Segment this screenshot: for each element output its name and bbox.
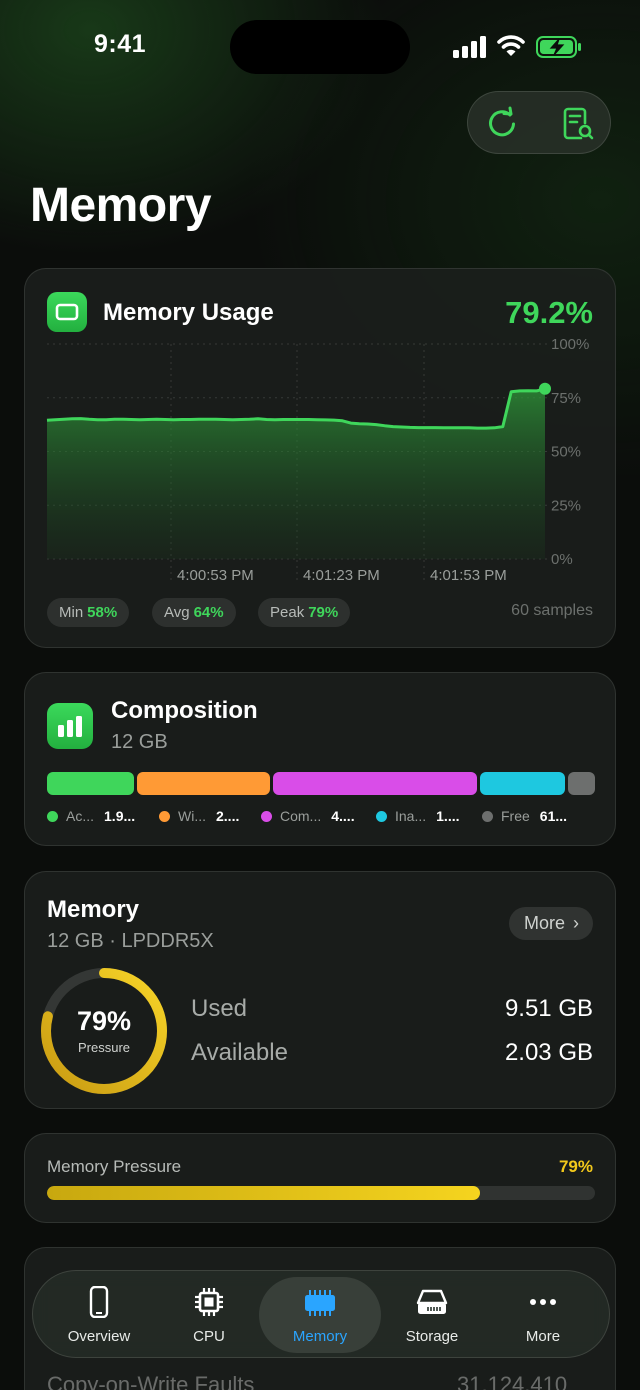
pressure-label: Memory Pressure — [47, 1157, 182, 1176]
legend-value: 61... — [539, 808, 568, 824]
legend-dot — [376, 810, 387, 822]
refresh-icon[interactable] — [484, 106, 520, 142]
legend-name: Ac... — [66, 808, 95, 824]
y-tick-label: 100% — [551, 336, 589, 353]
pressure-value: 79% — [558, 1157, 593, 1176]
legend-value: 2.... — [216, 808, 240, 824]
legend-item: Ina... 1.... — [376, 808, 460, 824]
legend-name: Wi... — [178, 808, 206, 824]
legend-item: Com... 4.... — [261, 808, 355, 824]
cellular-signal-icon — [453, 36, 486, 58]
memory-card: Memory 12 GB · LPDDR5X More › 79% Pressu… — [24, 871, 616, 1109]
peak-chip: Peak 79% — [258, 598, 351, 627]
avg-value: 64% — [193, 604, 224, 621]
cpu-icon — [195, 1288, 223, 1316]
y-tick-label: 25% — [551, 497, 581, 514]
chevron-right-icon: › — [573, 913, 579, 933]
legend-dot — [159, 810, 170, 822]
peak-value: 79% — [308, 604, 339, 621]
tab-storage[interactable]: Storage — [376, 1271, 488, 1359]
legend-value: 1.... — [436, 808, 460, 824]
available-value: 2.03 GB — [504, 1039, 593, 1066]
tab-bar: Overview CPU Memory Storage More — [32, 1270, 610, 1358]
legend-item: Free 61... — [482, 808, 567, 824]
composition-title: Composition — [111, 697, 258, 724]
toolbar-actions — [467, 91, 611, 154]
peak-label: Peak — [270, 604, 305, 621]
memory-title: Memory — [47, 896, 140, 923]
min-value: 58% — [87, 604, 118, 621]
available-label: Available — [191, 1039, 288, 1066]
wifi-icon — [497, 35, 525, 56]
legend-value: 4.... — [331, 808, 355, 824]
composition-segment — [273, 772, 478, 795]
tab-cpu-label: CPU — [193, 1328, 225, 1345]
composition-total: 12 GB — [111, 731, 168, 753]
usage-area-chart: 100% 75% 50% 25% 0% 4:00:53 PM 4:01:23 PM 4:01… — [46, 336, 589, 584]
composition-segment — [480, 772, 565, 795]
ring-label: Pressure — [77, 1040, 131, 1055]
usage-current-point — [539, 382, 551, 395]
composition-card: Composition 12 GB Ac... 1.9... Wi... 2.... C… — [24, 672, 616, 846]
avg-label: Avg — [164, 604, 190, 621]
legend-item: Ac... 1.9... — [47, 808, 135, 824]
min-chip: Min 58% — [47, 598, 130, 627]
used-value: 9.51 GB — [504, 995, 593, 1022]
memory-pressure-card: Memory Pressure 79% — [24, 1133, 616, 1223]
used-label: Used — [191, 995, 248, 1022]
tab-overview[interactable]: Overview — [43, 1271, 155, 1359]
legend-dot — [261, 810, 272, 822]
composition-segment — [567, 772, 595, 795]
pressure-bar-track — [47, 1186, 595, 1200]
tab-more[interactable]: More — [487, 1271, 599, 1359]
legend-name: Com... — [280, 808, 322, 824]
memory-chip-icon — [305, 1290, 335, 1316]
memory-usage-card: Memory Usage 79.2% 100% 75% 50% 25% 0% 4:00:… — [24, 268, 616, 648]
pressure-bar-fill — [47, 1186, 480, 1200]
x-tick-label: 4:01:23 PM — [303, 567, 380, 584]
legend-value: 1.9... — [104, 808, 136, 824]
legend-dot — [482, 810, 493, 822]
usage-area — [47, 388, 545, 559]
memory-subtitle: 12 GB · LPDDR5X — [47, 930, 214, 952]
cow-faults-label: Copy-on-Write Faults — [47, 1372, 255, 1390]
ellipsis-icon — [530, 1299, 556, 1305]
tab-memory-label: Memory — [292, 1328, 348, 1345]
composition-segment — [47, 772, 135, 795]
tab-overview-label: Overview — [67, 1328, 131, 1345]
legend-item: Wi... 2.... — [159, 808, 239, 824]
more-button-label: More — [523, 913, 565, 933]
tab-memory[interactable]: Memory — [259, 1277, 381, 1353]
min-label: Min — [59, 604, 84, 621]
x-tick-label: 4:01:53 PM — [430, 567, 507, 584]
status-time: 9:41 — [94, 30, 147, 58]
y-tick-label: 75% — [551, 390, 581, 407]
tab-storage-label: Storage — [405, 1328, 459, 1345]
more-button[interactable]: More › — [508, 907, 593, 940]
report-search-icon[interactable] — [560, 106, 596, 142]
samples-count: 60 samples — [511, 602, 593, 619]
y-tick-label: 0% — [551, 551, 573, 568]
battery-charging-icon — [536, 36, 581, 58]
phone-icon — [89, 1286, 109, 1318]
legend-name: Ina... — [395, 808, 427, 824]
cow-faults-value: 31,124,410 — [457, 1372, 568, 1390]
page-title: Memory — [30, 179, 212, 232]
legend-dot — [47, 810, 58, 822]
y-tick-label: 50% — [551, 444, 581, 461]
tab-cpu[interactable]: CPU — [153, 1271, 265, 1359]
avg-chip: Avg 64% — [152, 598, 236, 627]
tab-more-label: More — [525, 1328, 561, 1345]
dynamic-island — [230, 20, 410, 74]
ring-percent: 79% — [76, 1006, 132, 1036]
storage-drive-icon — [416, 1289, 448, 1314]
bar-chart-icon — [47, 703, 93, 749]
composition-segment — [137, 772, 271, 795]
legend-name: Free — [501, 808, 530, 824]
x-tick-label: 4:00:53 PM — [177, 567, 254, 584]
